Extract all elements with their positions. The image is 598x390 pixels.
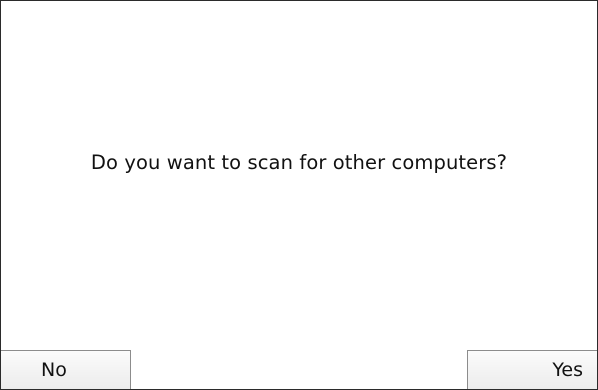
no-button[interactable]: No: [1, 350, 131, 389]
scan-dialog: Do you want to scan for other computers?…: [0, 0, 598, 390]
yes-button[interactable]: Yes: [467, 350, 597, 389]
dialog-message: Do you want to scan for other computers?: [90, 151, 508, 174]
